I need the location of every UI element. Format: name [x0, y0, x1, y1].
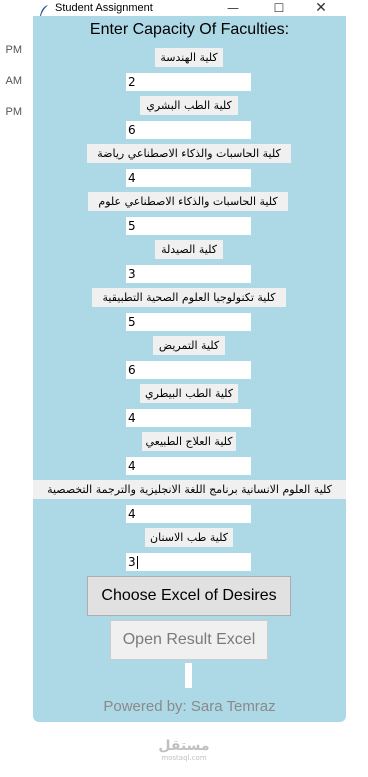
faculty-label: كلية التمريض — [153, 336, 225, 355]
feather-icon — [39, 2, 49, 16]
capacity-input[interactable]: 5 — [126, 217, 251, 235]
app-window: Student Assignment — ☐ ✕ Enter Capacity … — [33, 0, 346, 722]
capacity-value: 3 — [128, 555, 136, 569]
faculty-label: كلية الحاسبات والذكاء الاصطناعي علوم — [88, 192, 288, 211]
page-title: Enter Capacity Of Faculties: — [89, 21, 290, 38]
faculty-label: كلية الصيدلة — [155, 240, 223, 259]
faculty-label: كلية العلاج الطبيعي — [142, 432, 236, 451]
capacity-input[interactable]: 4 — [126, 505, 251, 523]
minimize-button[interactable]: — — [221, 0, 245, 16]
maximize-button[interactable]: ☐ — [267, 0, 291, 16]
faculty-label: كلية تكنولوجيا العلوم الصحية التطبيقية — [92, 288, 286, 307]
background-time-label: AM — [5, 75, 23, 87]
capacity-input[interactable]: 4 — [126, 169, 251, 187]
text-caret — [136, 555, 138, 569]
faculty-label: كلية الهندسة — [155, 48, 223, 67]
capacity-input[interactable]: 3 — [126, 265, 251, 283]
faculty-label: كلية الطب البيطري — [140, 384, 238, 403]
watermark-logo: مستقل — [158, 738, 210, 754]
capacity-input[interactable]: 2 — [126, 73, 251, 91]
window-title: Student Assignment — [55, 2, 153, 14]
background-time-label: PM — [5, 106, 23, 118]
capacity-input[interactable]: 6 — [126, 121, 251, 139]
background-time-label: PM — [5, 44, 23, 56]
open-result-button[interactable]: Open Result Excel — [110, 620, 268, 660]
progress-indicator — [185, 663, 192, 688]
capacity-input[interactable]: 4 — [126, 409, 251, 427]
choose-excel-button[interactable]: Choose Excel of Desires — [87, 576, 291, 616]
capacity-input[interactable]: 6 — [126, 361, 251, 379]
capacity-input[interactable]: 3 — [126, 553, 251, 571]
capacity-input[interactable]: 5 — [126, 313, 251, 331]
watermark-url: mostaql.com — [161, 754, 207, 762]
faculty-label: كلية طب الاسنان — [145, 528, 233, 547]
title-bar[interactable]: Student Assignment — ☐ ✕ — [33, 0, 346, 16]
capacity-input[interactable]: 4 — [126, 457, 251, 475]
faculty-label: كلية الطب البشري — [140, 96, 238, 115]
watermark: مستقل mostaql.com — [154, 738, 214, 762]
faculty-label: كلية العلوم الانسانية برنامج اللغة الانج… — [33, 480, 346, 499]
faculty-label: كلية الحاسبات والذكاء الاصطناعي رياضة — [87, 144, 291, 163]
footer-credit: Powered by: Sara Temraz — [103, 698, 276, 715]
close-button[interactable]: ✕ — [309, 0, 333, 16]
